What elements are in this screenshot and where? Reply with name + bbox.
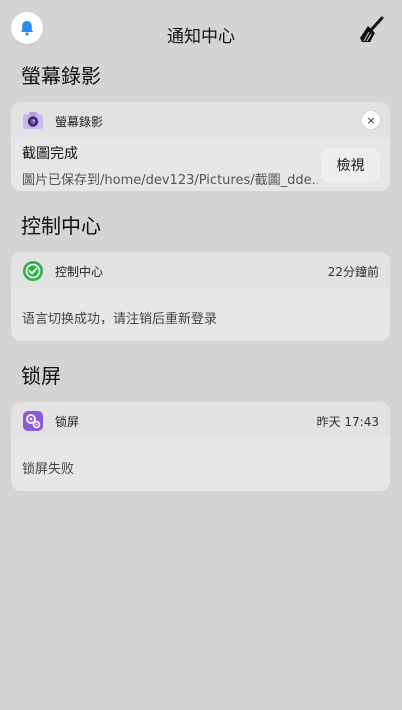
group-title-lock-screen: 锁屏 — [21, 364, 61, 388]
app-name: 控制中心 — [55, 265, 104, 279]
close-icon: × — [366, 113, 376, 127]
control-center-icon — [23, 261, 43, 281]
camera-icon — [23, 112, 43, 129]
timestamp: 昨天 17:43 — [316, 415, 379, 429]
notification-center-panel: 通知中心 螢幕錄影 螢幕錄影 × 截圖完成 圖片已保存到/home/dev123… — [0, 0, 402, 710]
card-header: 控制中心 22分鐘前 — [11, 252, 390, 288]
notification-body: 语言切换成功，请注销后重新登录 — [22, 312, 218, 327]
notification-card-lock-screen[interactable]: 锁屏 昨天 17:43 锁屏失败 — [11, 402, 390, 491]
group-title-control-center: 控制中心 — [21, 214, 101, 238]
app-name: 锁屏 — [55, 415, 80, 429]
clear-all-button[interactable] — [358, 16, 384, 44]
group-title-screen-recorder: 螢幕錄影 — [21, 64, 101, 88]
view-button[interactable]: 檢視 — [321, 148, 380, 182]
app-name: 螢幕錄影 — [55, 115, 104, 129]
notification-body: 圖片已保存到/home/dev123/Pictures/截圖_dde… — [22, 173, 318, 188]
notification-card-control-center[interactable]: 控制中心 22分鐘前 语言切换成功，请注销后重新登录 — [11, 252, 390, 341]
notification-body: 锁屏失败 — [22, 462, 75, 477]
card-header: 锁屏 昨天 17:43 — [11, 402, 390, 438]
notification-title: 截圖完成 — [22, 146, 78, 162]
card-header: 螢幕錄影 × — [11, 102, 390, 138]
page-title: 通知中心 — [167, 27, 235, 47]
close-notification-button[interactable]: × — [362, 111, 380, 129]
lock-screen-icon — [23, 411, 43, 431]
broom-icon — [360, 16, 384, 42]
timestamp: 22分鐘前 — [327, 265, 379, 279]
header: 通知中心 — [0, 0, 402, 56]
notification-card-screen-recorder[interactable]: 螢幕錄影 × 截圖完成 圖片已保存到/home/dev123/Pictures/… — [11, 102, 390, 191]
